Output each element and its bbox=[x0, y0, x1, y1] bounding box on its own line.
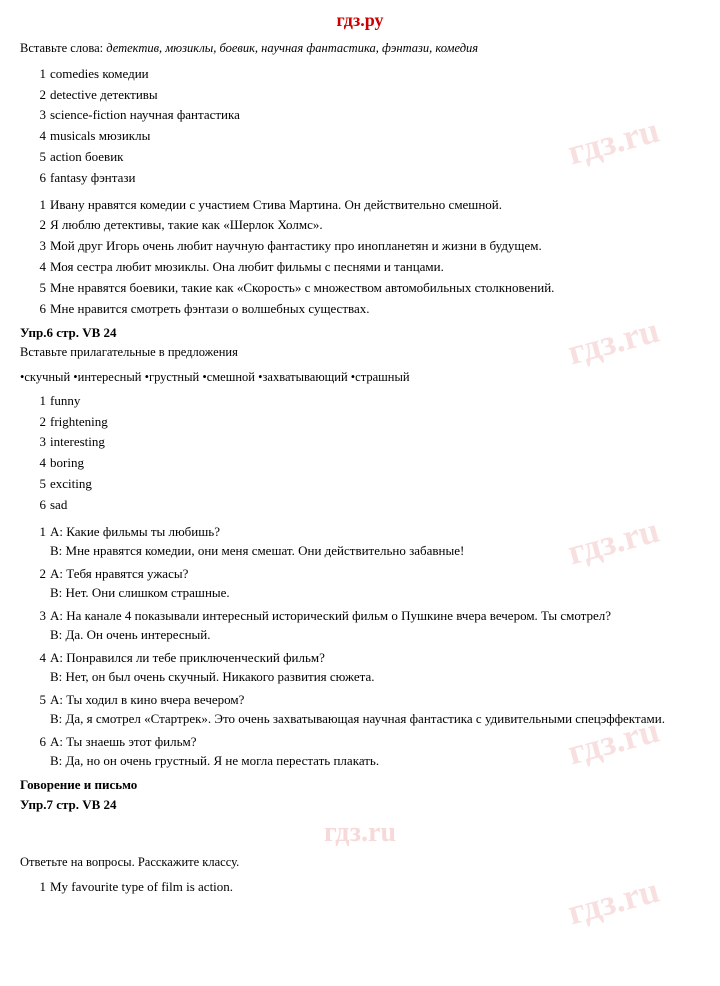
section1-words: детектив, мюзиклы, боевик, научная фанта… bbox=[106, 41, 478, 55]
list-item: 1Ивану нравятся комедии с участием Стива… bbox=[30, 195, 700, 216]
list-item: 4boring bbox=[30, 453, 700, 474]
list-item: 2frightening bbox=[30, 412, 700, 433]
section2-bullets: •скучный •интересный •грустный •смешной … bbox=[20, 368, 700, 387]
list-item: 5Мне нравятся боевики, такие как «Скорос… bbox=[30, 278, 700, 299]
watermark-center: гдз.ru bbox=[20, 817, 700, 849]
section3-list: 1 My favourite type of film is action. bbox=[30, 877, 700, 898]
section1-intro: Вставьте слова: детектив, мюзиклы, боеви… bbox=[20, 39, 700, 58]
dialog-item: 3 А: На канале 4 показывали интересный и… bbox=[30, 606, 700, 645]
section2-intro: Вставьте прилагательные в предложения bbox=[20, 343, 700, 362]
section2-adjective-list: 1funny 2frightening 3interesting 4boring… bbox=[30, 391, 700, 516]
list-item: 3Мой друг Игорь очень любит научную фант… bbox=[30, 236, 700, 257]
list-item: 6Мне нравится смотреть фэнтази о волшебн… bbox=[30, 299, 700, 320]
section1-intro-text: Вставьте слова: bbox=[20, 41, 106, 55]
section2-heading: Упр.6 стр. VB 24 bbox=[20, 325, 700, 341]
page-header: гдз.ру bbox=[20, 10, 700, 31]
dialog-item: 6 А: Ты знаешь этот фильм? В: Да, но он … bbox=[30, 732, 700, 771]
section3-heading1: Говорение и письмо bbox=[20, 777, 700, 793]
section1-sentence-list: 1Ивану нравятся комедии с участием Стива… bbox=[30, 195, 700, 320]
dialog-item: 2 А: Тебя нравятся ужасы? В: Нет. Они сл… bbox=[30, 564, 700, 603]
list-item: 6sad bbox=[30, 495, 700, 516]
list-item: 5action боевик bbox=[30, 147, 700, 168]
list-item: 1comedies комедии bbox=[30, 64, 700, 85]
section2-dialog-list: 1 А: Какие фильмы ты любишь? В: Мне нрав… bbox=[30, 522, 700, 771]
list-item: 5exciting bbox=[30, 474, 700, 495]
section3-intro: Ответьте на вопросы. Расскажите классу. bbox=[20, 853, 700, 872]
dialog-item: 1 А: Какие фильмы ты любишь? В: Мне нрав… bbox=[30, 522, 700, 561]
section1-word-list: 1comedies комедии 2detective детективы 3… bbox=[30, 64, 700, 189]
list-item: 2detective детективы bbox=[30, 85, 700, 106]
list-item: 1funny bbox=[30, 391, 700, 412]
section3-heading2: Упр.7 стр. VB 24 bbox=[20, 797, 700, 813]
list-item: 3interesting bbox=[30, 432, 700, 453]
list-item: 6fantasy фэнтази bbox=[30, 168, 700, 189]
dialog-item: 4 А: Понравился ли тебе приключенческий … bbox=[30, 648, 700, 687]
list-item: 4musicals мюзиклы bbox=[30, 126, 700, 147]
list-item: 4Моя сестра любит мюзиклы. Она любит фил… bbox=[30, 257, 700, 278]
list-item: 2Я люблю детективы, такие как «Шерлок Хо… bbox=[30, 215, 700, 236]
list-item: 1 My favourite type of film is action. bbox=[30, 877, 700, 898]
list-item: 3science-fiction научная фантастика bbox=[30, 105, 700, 126]
dialog-item: 5 А: Ты ходил в кино вчера вечером? В: Д… bbox=[30, 690, 700, 729]
